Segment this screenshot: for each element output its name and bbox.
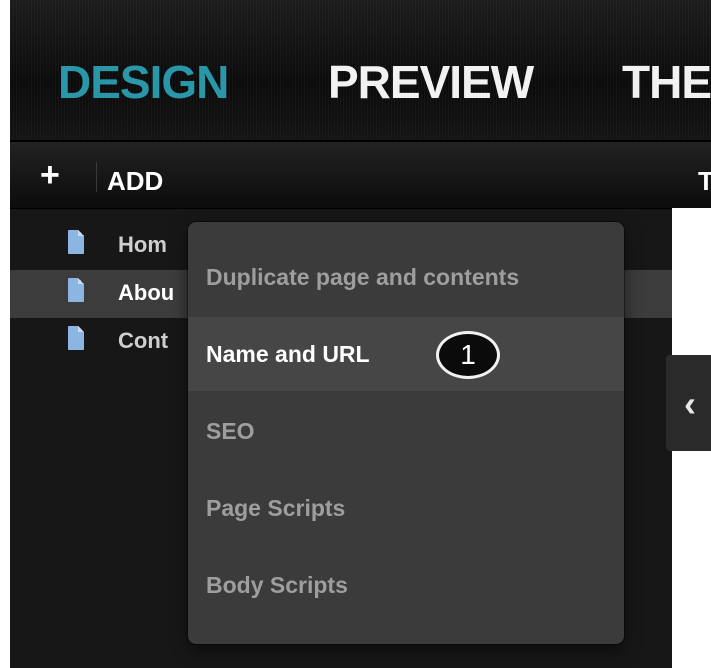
menu-item-label: Page Scripts bbox=[206, 495, 346, 521]
tab-theme[interactable]: THE bbox=[622, 55, 711, 109]
top-navigation: DESIGN PREVIEW THE bbox=[10, 0, 711, 142]
menu-item-name-and-url[interactable]: Name and URL 1 bbox=[188, 317, 624, 391]
right-panel-header: T bbox=[672, 142, 711, 208]
app-window: DESIGN PREVIEW THE + ADD Hom Abou Cont T bbox=[0, 0, 711, 668]
right-panel-header-label: T bbox=[698, 166, 711, 196]
page-context-menu: Duplicate page and contents Name and URL… bbox=[188, 222, 624, 644]
page-item-label: Hom bbox=[118, 232, 167, 257]
page-icon bbox=[68, 278, 84, 302]
tab-design[interactable]: DESIGN bbox=[58, 55, 229, 109]
plus-icon: + bbox=[40, 156, 60, 194]
page-icon bbox=[68, 326, 84, 350]
divider bbox=[96, 162, 97, 192]
page-item-label: Cont bbox=[118, 328, 169, 353]
chevron-left-icon: ‹ bbox=[684, 383, 696, 424]
add-label: ADD bbox=[107, 166, 164, 196]
add-page-button[interactable]: + ADD bbox=[10, 142, 672, 209]
step-number-badge: 1 bbox=[436, 331, 500, 379]
menu-item-page-scripts[interactable]: Page Scripts bbox=[188, 471, 624, 545]
menu-item-duplicate-page[interactable]: Duplicate page and contents bbox=[188, 240, 624, 314]
menu-item-label: Duplicate page and contents bbox=[206, 264, 520, 290]
menu-item-seo[interactable]: SEO bbox=[188, 394, 624, 468]
menu-item-label: SEO bbox=[206, 418, 255, 444]
menu-item-label: Body Scripts bbox=[206, 572, 348, 598]
collapse-panel-button[interactable]: ‹ bbox=[666, 355, 711, 451]
menu-item-label: Name and URL bbox=[206, 341, 370, 367]
page-item-label: Abou bbox=[118, 280, 175, 305]
tab-preview[interactable]: PREVIEW bbox=[328, 55, 534, 109]
menu-item-body-scripts[interactable]: Body Scripts bbox=[188, 548, 624, 622]
page-icon bbox=[68, 230, 84, 254]
